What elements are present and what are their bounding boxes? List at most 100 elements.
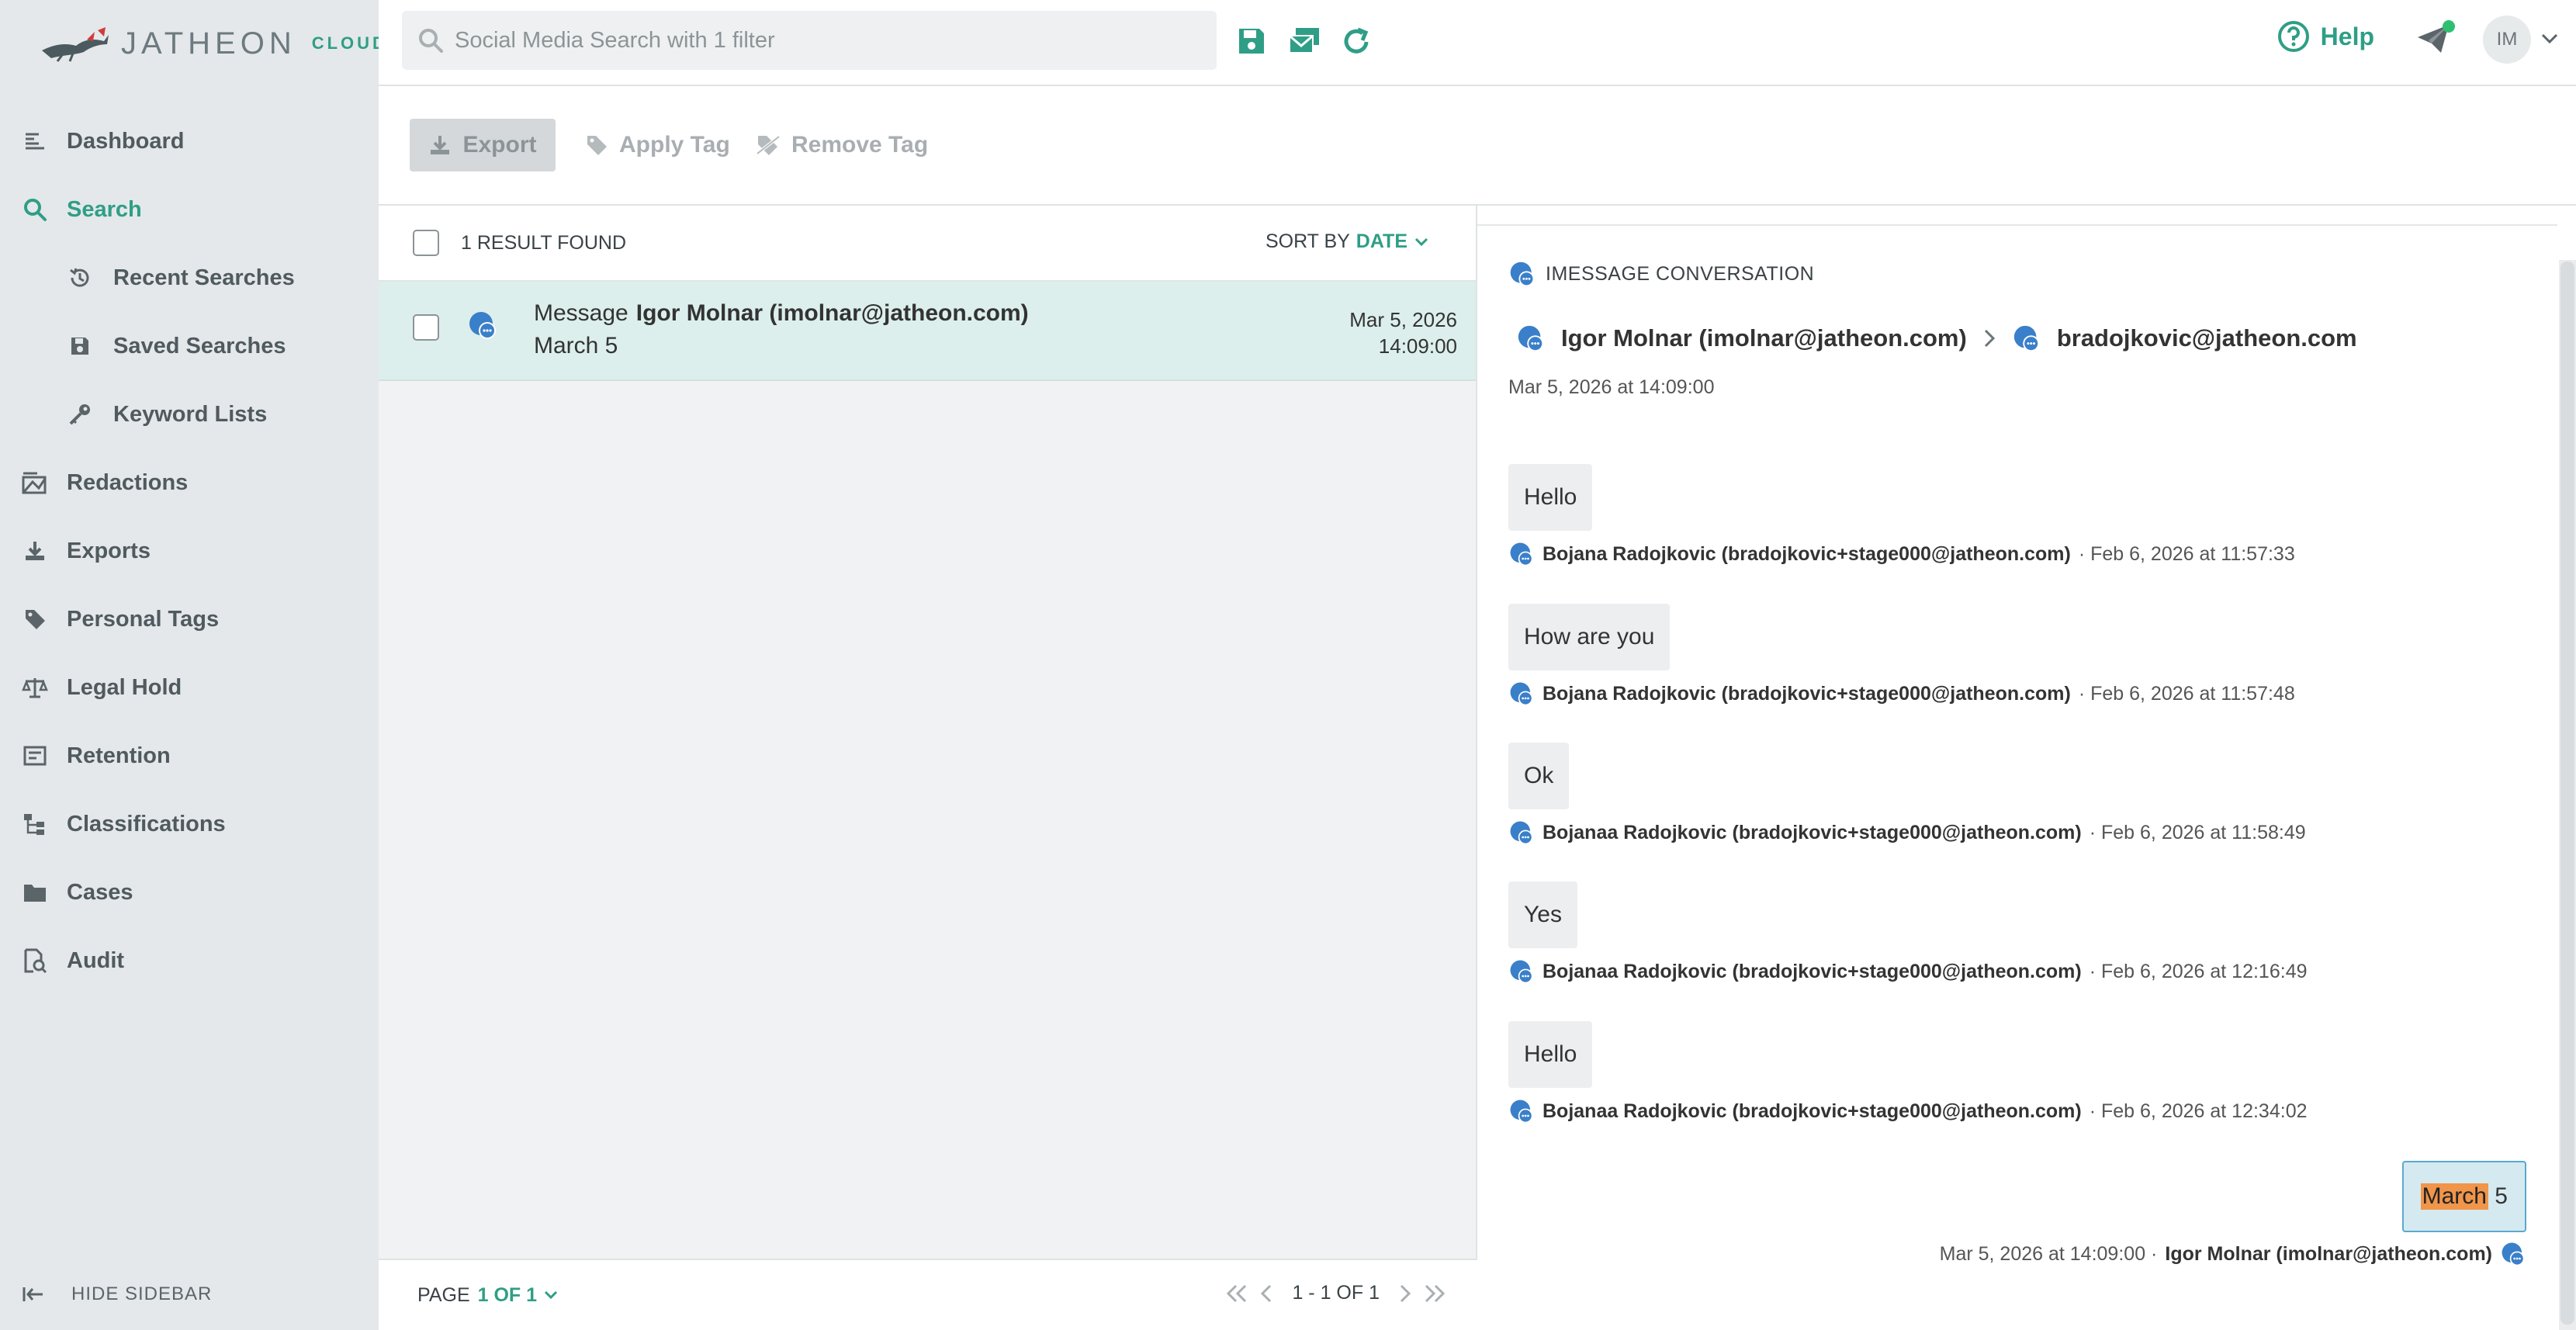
- divider: [1477, 224, 2557, 226]
- hide-sidebar-label: HIDE SIDEBAR: [71, 1283, 213, 1304]
- participants: Igor Molnar (imolnar@jatheon.com) bradoj…: [1516, 324, 2357, 353]
- search-highlight: March: [2420, 1183, 2488, 1210]
- row-from: Igor Molnar (imolnar@jatheon.com): [635, 300, 1029, 326]
- page-range: 1 - 1 OF 1: [1292, 1282, 1380, 1304]
- imessage-icon: [2502, 1242, 2525, 1266]
- scale-icon: [22, 674, 48, 701]
- scrollbar-thumb[interactable]: [2560, 261, 2574, 1325]
- imessage-icon: [1510, 1100, 1533, 1124]
- search-icon: [22, 196, 48, 223]
- message-sender: Bojana Radojkovic (bradojkovic+stage000@…: [1542, 682, 2071, 705]
- export-button[interactable]: Export: [410, 119, 556, 171]
- notification-badge: [2443, 20, 2455, 33]
- message-bubble: Yes: [1508, 881, 1577, 948]
- search-bar[interactable]: [402, 11, 1217, 70]
- last-page-icon[interactable]: [1423, 1283, 1446, 1304]
- sidebar-item-label: Saved Searches: [113, 333, 286, 358]
- page-label: PAGE: [417, 1283, 470, 1306]
- chevron-down-icon: [1414, 237, 1428, 246]
- help-label: Help: [2320, 22, 2374, 50]
- row-subject: March 5: [534, 333, 618, 358]
- tag-icon: [22, 606, 48, 632]
- sidebar-item-redactions[interactable]: Redactions: [0, 449, 379, 517]
- conversation-type-label: IMESSAGE CONVERSATION: [1546, 262, 1815, 285]
- results-header: 1 RESULT FOUND SORT BY DATE: [379, 206, 1476, 282]
- imessage-icon: [2013, 325, 2039, 352]
- remove-tag-button[interactable]: Remove Tag: [756, 119, 928, 171]
- key-icon: [67, 401, 93, 428]
- sidebar-item-label: Exports: [67, 538, 151, 563]
- imessage-icon: [467, 310, 498, 341]
- pagination-bar: PAGE 1 OF 1 1 - 1 OF 1: [379, 1259, 1477, 1330]
- chevron-down-icon[interactable]: [2540, 33, 2559, 45]
- row-checkbox[interactable]: [413, 314, 439, 341]
- sidebar-item-keyword-lists[interactable]: Keyword Lists: [0, 380, 379, 449]
- sidebar-nav: Dashboard Search Recent Searches Saved S…: [0, 107, 379, 995]
- message-timestamp: · Feb 6, 2026 at 11:57:33: [2078, 542, 2295, 565]
- save-search-button[interactable]: [1237, 26, 1271, 61]
- row-date: Mar 5, 2026: [1349, 308, 1457, 331]
- page-select[interactable]: 1 OF 1: [478, 1284, 559, 1307]
- page-value: 1 OF 1: [477, 1283, 538, 1306]
- message-meta: Bojanaa Radojkovic (bradojkovic+stage000…: [1508, 958, 2308, 985]
- message-meta: Bojanaa Radojkovic (bradojkovic+stage000…: [1508, 1098, 2308, 1124]
- sidebar-item-label: Classifications: [67, 811, 226, 836]
- outgoing-message-meta: Mar 5, 2026 at 14:09:00 · Igor Molnar (i…: [1940, 1241, 2526, 1267]
- download-icon: [22, 538, 48, 564]
- imessage-icon: [1510, 261, 1535, 287]
- email-results-button[interactable]: [1288, 26, 1322, 61]
- sidebar-item-legal-hold[interactable]: Legal Hold: [0, 653, 379, 722]
- sidebar-item-label: Retention: [67, 743, 171, 768]
- jatheon-logo[interactable]: JATHEON CLOUD: [39, 22, 388, 65]
- sidebar-item-label: Recent Searches: [113, 265, 295, 290]
- message-sender: Bojanaa Radojkovic (bradojkovic+stage000…: [1542, 1100, 2082, 1122]
- help-icon: [2277, 21, 2309, 52]
- first-page-icon[interactable]: [1225, 1283, 1248, 1304]
- sidebar-item-exports[interactable]: Exports: [0, 517, 379, 585]
- sidebar-item-search[interactable]: Search: [0, 175, 379, 244]
- row-datetime: Mar 5, 2026 14:09:00: [1349, 307, 1457, 359]
- refresh-button[interactable]: [1341, 26, 1375, 61]
- save-icon: [1239, 29, 1264, 54]
- help-button[interactable]: Help: [2277, 20, 2374, 53]
- sidebar-item-personal-tags[interactable]: Personal Tags: [0, 585, 379, 653]
- select-all-checkbox[interactable]: [413, 230, 439, 256]
- chevron-right-icon: [1984, 329, 1995, 348]
- sidebar-item-recent-searches[interactable]: Recent Searches: [0, 244, 379, 312]
- sidebar-item-classifications[interactable]: Classifications: [0, 790, 379, 858]
- sidebar-item-retention[interactable]: Retention: [0, 722, 379, 790]
- message-meta: Bojana Radojkovic (bradojkovic+stage000@…: [1508, 681, 2295, 707]
- message-meta: Bojana Radojkovic (bradojkovic+stage000@…: [1508, 541, 2295, 567]
- prev-page-icon[interactable]: [1259, 1283, 1273, 1304]
- download-icon: [431, 136, 450, 154]
- sort-dropdown[interactable]: SORT BY DATE: [1265, 230, 1429, 253]
- next-page-icon[interactable]: [1398, 1283, 1412, 1304]
- imessage-icon: [1510, 821, 1533, 845]
- remove-tag-icon: [756, 135, 781, 155]
- sidebar-item-saved-searches[interactable]: Saved Searches: [0, 312, 379, 380]
- dragon-logo-icon: [42, 27, 109, 62]
- apply-tag-label: Apply Tag: [619, 132, 730, 158]
- result-count: 1 RESULT FOUND: [461, 231, 627, 254]
- sidebar-item-audit[interactable]: Audit: [0, 926, 379, 995]
- sidebar-item-cases[interactable]: Cases: [0, 858, 379, 926]
- sidebar: JATHEON CLOUD Dashboard Search Recent Se…: [0, 0, 385, 1330]
- sidebar-item-label: Search: [67, 196, 142, 222]
- sidebar-item-label: Dashboard: [67, 128, 185, 154]
- dashboard-icon: [22, 128, 48, 154]
- apply-tag-button[interactable]: Apply Tag: [585, 119, 730, 171]
- sidebar-item-dashboard[interactable]: Dashboard: [0, 107, 379, 175]
- avatar[interactable]: IM: [2483, 16, 2531, 64]
- sidebar-item-label: Legal Hold: [67, 674, 182, 700]
- table-row[interactable]: Message Igor Molnar (imolnar@jatheon.com)…: [379, 282, 1476, 381]
- audit-icon: [22, 947, 48, 974]
- save-icon: [67, 333, 93, 359]
- message-bubble: How are you: [1508, 604, 1671, 670]
- message-sender: Bojanaa Radojkovic (bradojkovic+stage000…: [1542, 821, 2082, 843]
- message-meta: Bojanaa Radojkovic (bradojkovic+stage000…: [1508, 819, 2306, 846]
- hide-sidebar-button[interactable]: HIDE SIDEBAR: [0, 1259, 379, 1330]
- imessage-icon: [1510, 682, 1533, 706]
- row-title: Message Igor Molnar (imolnar@jatheon.com): [534, 300, 1029, 327]
- search-input[interactable]: [455, 27, 1200, 54]
- search-icon: [417, 27, 444, 54]
